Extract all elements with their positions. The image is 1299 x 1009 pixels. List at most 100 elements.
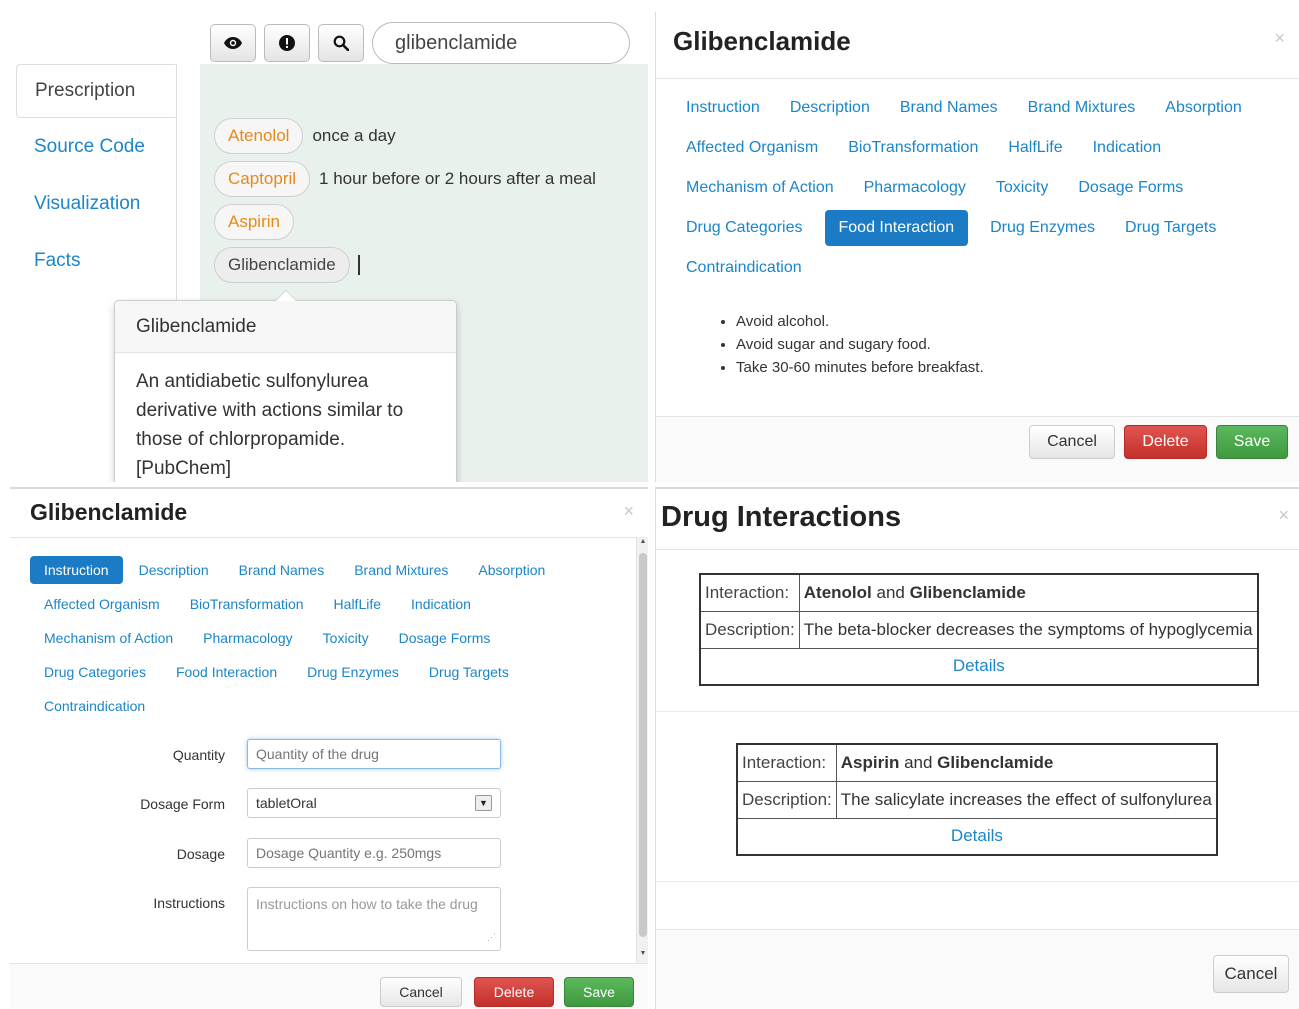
drug-token-atenolol[interactable]: Atenolol	[214, 118, 304, 154]
drug-token-glibenclamide[interactable]: Glibenclamide	[214, 247, 350, 283]
nav-pharmacology[interactable]: Pharmacology	[856, 171, 974, 205]
exclamation-icon	[279, 35, 295, 51]
tab-prescription[interactable]: Prescription	[16, 64, 176, 118]
cancel-button[interactable]: Cancel	[1213, 955, 1289, 993]
nav-brand-mixtures[interactable]: Brand Mixtures	[1020, 91, 1144, 125]
nav-toxicity[interactable]: Toxicity	[309, 624, 383, 652]
nav-indication[interactable]: Indication	[397, 590, 485, 618]
search-icon	[333, 35, 349, 51]
details-link[interactable]: Details	[736, 817, 1218, 856]
quantity-label: Quantity	[172, 747, 225, 763]
scroll-down-icon[interactable]: ▼	[637, 950, 648, 962]
interaction-description: The beta-blocker decreases the symptoms …	[798, 610, 1259, 649]
drug-token-captopril[interactable]: Captopril	[214, 161, 311, 197]
quantity-input[interactable]	[247, 739, 501, 769]
save-button[interactable]: Save	[1216, 425, 1288, 459]
nav-affected-organism[interactable]: Affected Organism	[30, 590, 174, 618]
editor-tabs: Prescription Source Code Visualization F…	[16, 64, 176, 289]
nav-instruction[interactable]: Instruction	[678, 91, 768, 125]
scroll-up-icon[interactable]: ▲	[637, 538, 648, 550]
interaction-pair: Atenolol and Glibenclamide	[798, 573, 1259, 612]
chevron-down-icon[interactable]: ▼	[475, 795, 492, 811]
nav-absorption[interactable]: Absorption	[1157, 91, 1250, 125]
nav-brand-names[interactable]: Brand Names	[892, 91, 1006, 125]
dosing-note: once a day	[312, 126, 396, 145]
nav-instruction[interactable]: Instruction	[30, 556, 123, 584]
drug-token-aspirin[interactable]: Aspirin	[214, 204, 294, 240]
divider	[656, 881, 1299, 882]
nav-mechanism-of-action[interactable]: Mechanism of Action	[30, 624, 187, 652]
close-icon[interactable]: ×	[623, 501, 634, 522]
nav-mechanism-of-action[interactable]: Mechanism of Action	[678, 171, 842, 205]
nav-drug-targets[interactable]: Drug Targets	[1117, 211, 1224, 245]
resize-handle-icon[interactable]: ⋰	[487, 927, 496, 947]
delete-button[interactable]: Delete	[474, 977, 554, 1007]
nav-affected-organism[interactable]: Affected Organism	[678, 131, 826, 165]
details-link[interactable]: Details	[699, 647, 1259, 686]
interaction-table: Interaction: Atenolol and Glibenclamide …	[699, 573, 1259, 686]
nav-halflife[interactable]: HalfLife	[1000, 131, 1070, 165]
nav-drug-enzymes[interactable]: Drug Enzymes	[982, 211, 1103, 245]
tab-source-code[interactable]: Source Code	[16, 118, 176, 175]
drug-info-nav: Instruction Description Brand Names Bran…	[678, 88, 1288, 288]
nav-absorption[interactable]: Absorption	[464, 556, 559, 584]
divider	[656, 78, 1299, 79]
view-button[interactable]	[210, 24, 256, 62]
scrollbar-thumb[interactable]	[639, 553, 647, 937]
dosing-note: 1 hour before or 2 hours after a meal	[319, 169, 596, 188]
nav-drug-enzymes[interactable]: Drug Enzymes	[293, 658, 413, 686]
cancel-button[interactable]: Cancel	[380, 977, 462, 1007]
dosage-input[interactable]	[247, 838, 501, 868]
nav-food-interaction[interactable]: Food Interaction	[162, 658, 291, 686]
modal-scrollbar[interactable]: ▲ ▼	[636, 537, 648, 963]
nav-dosage-forms[interactable]: Dosage Forms	[385, 624, 505, 652]
drug-info-nav: Instruction Description Brand Names Bran…	[30, 553, 630, 723]
modal-title: Glibenclamide	[30, 499, 188, 525]
alert-button[interactable]	[264, 24, 310, 62]
nav-description[interactable]: Description	[782, 91, 878, 125]
drug-info-popover: Glibenclamide An antidiabetic sulfonylur…	[114, 290, 457, 482]
search-button[interactable]	[318, 24, 364, 62]
dosage-form-select[interactable]: tabletOral ▼	[247, 788, 501, 818]
drug-search-input[interactable]	[372, 22, 630, 64]
dosage-row: Dosage	[10, 838, 610, 872]
prescription-line: Glibenclamide	[214, 247, 360, 283]
nav-indication[interactable]: Indication	[1085, 131, 1170, 165]
instructions-textarea[interactable]: Instructions on how to take the drug ⋰	[247, 887, 501, 951]
nav-toxicity[interactable]: Toxicity	[988, 171, 1056, 205]
nav-drug-categories[interactable]: Drug Categories	[30, 658, 160, 686]
delete-button[interactable]: Delete	[1124, 425, 1207, 459]
popover-body: An antidiabetic sulfonylurea derivative …	[136, 371, 404, 479]
dosage-form-label: Dosage Form	[140, 796, 225, 812]
nav-drug-categories[interactable]: Drug Categories	[678, 211, 811, 245]
divider	[656, 711, 1299, 712]
nav-halflife[interactable]: HalfLife	[320, 590, 395, 618]
tab-visualization[interactable]: Visualization	[16, 175, 176, 232]
nav-drug-targets[interactable]: Drug Targets	[415, 658, 523, 686]
nav-brand-mixtures[interactable]: Brand Mixtures	[340, 556, 462, 584]
drug-interactions-modal: Drug Interactions × Interaction: Atenolo…	[655, 487, 1299, 1009]
interaction-pair: Aspirin and Glibenclamide	[835, 743, 1218, 782]
prescription-line: Captopril 1 hour before or 2 hours after…	[214, 161, 596, 197]
divider	[656, 549, 1299, 550]
nav-brand-names[interactable]: Brand Names	[225, 556, 339, 584]
instructions-placeholder: Instructions on how to take the drug	[256, 896, 478, 912]
prescription-editor-panel: Prescription Source Code Visualization F…	[10, 12, 648, 482]
nav-contraindication[interactable]: Contraindication	[30, 692, 159, 720]
nav-description[interactable]: Description	[125, 556, 223, 584]
interaction-description: The salicylate increases the effect of s…	[835, 780, 1218, 819]
tab-facts[interactable]: Facts	[16, 232, 176, 289]
instructions-label: Instructions	[153, 895, 225, 911]
close-icon[interactable]: ×	[1274, 28, 1285, 49]
nav-contraindication[interactable]: Contraindication	[678, 251, 810, 285]
save-button[interactable]: Save	[564, 977, 634, 1007]
nav-food-interaction[interactable]: Food Interaction	[824, 210, 969, 246]
cancel-button[interactable]: Cancel	[1029, 425, 1115, 459]
nav-biotransformation[interactable]: BioTransformation	[840, 131, 986, 165]
modal-footer	[656, 929, 1299, 1009]
nav-dosage-forms[interactable]: Dosage Forms	[1070, 171, 1191, 205]
nav-pharmacology[interactable]: Pharmacology	[189, 624, 307, 652]
close-icon[interactable]: ×	[1278, 505, 1289, 526]
nav-biotransformation[interactable]: BioTransformation	[176, 590, 318, 618]
popover-title: Glibenclamide	[115, 301, 456, 353]
